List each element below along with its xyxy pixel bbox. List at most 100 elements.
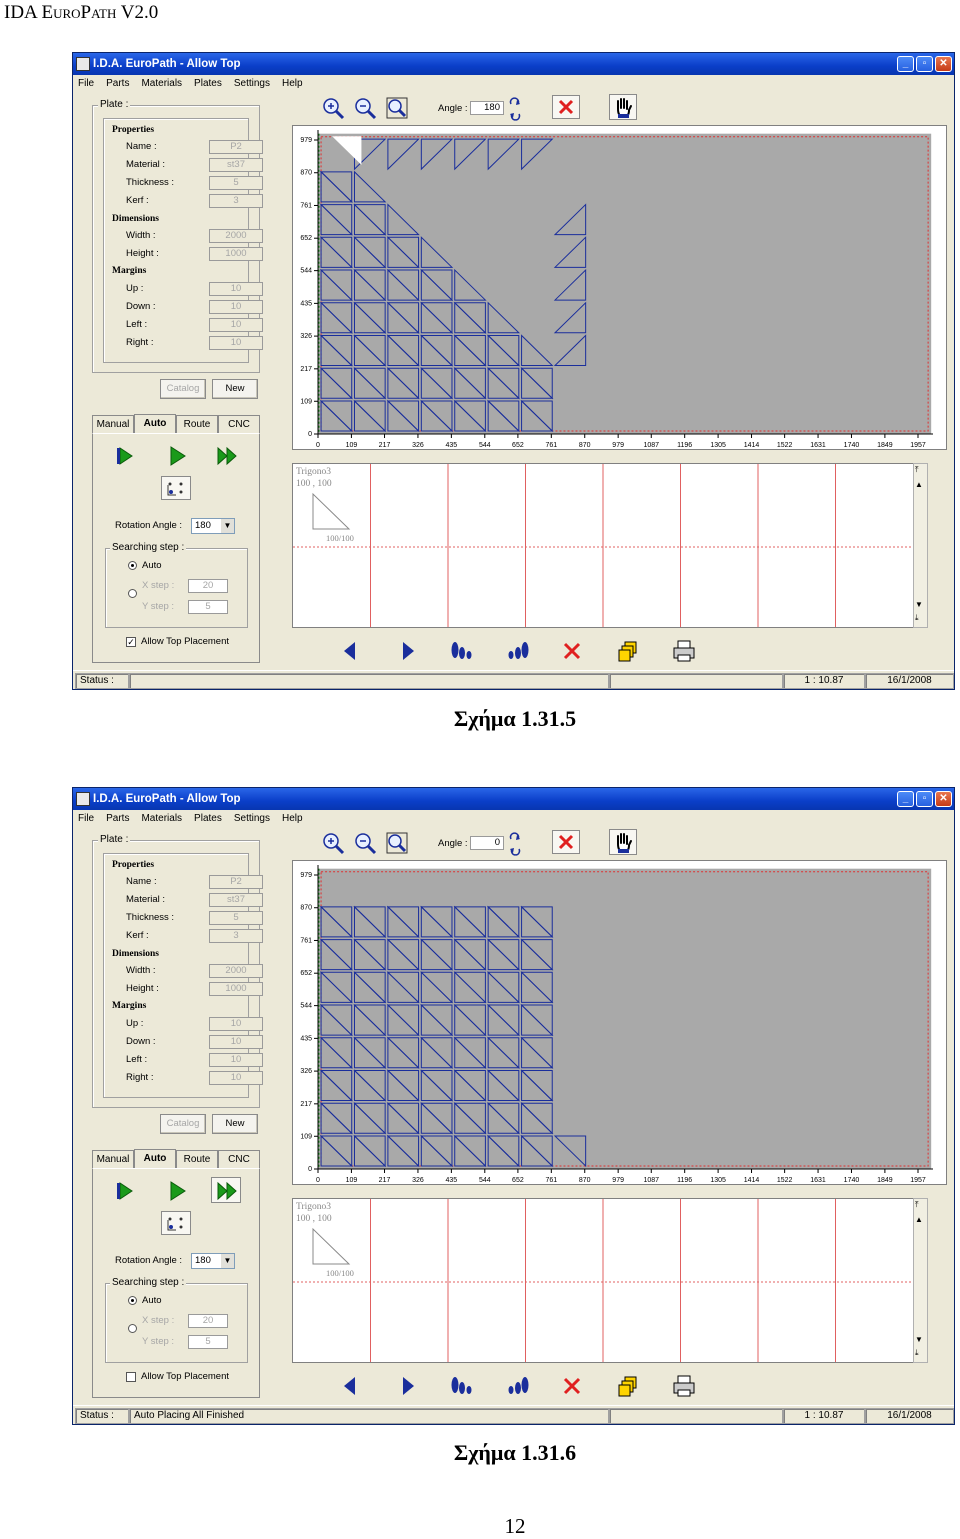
menu-parts[interactable]: Parts <box>106 75 129 93</box>
place-right-button[interactable] <box>503 636 531 664</box>
tab-route[interactable]: Route <box>176 1150 218 1168</box>
rotation-angle-select[interactable]: 180 ▼ <box>191 518 235 534</box>
scroll-down-icon[interactable]: ▼ <box>915 1335 923 1344</box>
parts-preview[interactable]: Trigono3 100 , 100 100/100 <box>292 1198 928 1363</box>
maximize-button[interactable]: ▫ <box>916 56 933 72</box>
rotate-cw-button[interactable] <box>507 95 523 108</box>
tab-auto[interactable]: Auto <box>134 414 176 433</box>
angle-field[interactable]: 0 <box>470 836 504 850</box>
plate-view[interactable]: 0 109 217 326 435 544 652 761 870 979 1087 1196 1305… <box>292 860 947 1185</box>
menu-settings[interactable]: Settings <box>234 75 270 93</box>
tab-manual[interactable]: Manual <box>92 1150 134 1168</box>
step-button[interactable] <box>109 1177 139 1203</box>
zoom-fit-button[interactable] <box>383 829 409 855</box>
new-button[interactable]: New <box>212 1114 258 1134</box>
menu-plates[interactable]: Plates <box>194 75 222 93</box>
menu-help[interactable]: Help <box>282 810 303 828</box>
close-button[interactable]: ✕ <box>935 791 952 807</box>
xstep-field[interactable]: 20 <box>188 579 228 593</box>
tab-auto[interactable]: Auto <box>134 1149 176 1168</box>
zoom-fit-button[interactable] <box>383 94 409 120</box>
manual-step-radio[interactable] <box>128 589 137 598</box>
nesting-canvas[interactable]: 0 109 217 326 435 544 652 761 870 979 1087 1196 1305… <box>293 861 946 1184</box>
menu-settings[interactable]: Settings <box>234 810 270 828</box>
scroll-bottom-icon[interactable]: ⤓ <box>915 614 919 622</box>
allow-top-checkbox[interactable]: ✓ <box>126 637 136 647</box>
fast-forward-button[interactable] <box>211 1177 241 1203</box>
title-bar[interactable]: I.D.A. EuroPath - Allow Top _ ▫ ✕ <box>73 53 954 75</box>
new-button[interactable]: New <box>212 379 258 399</box>
nesting-canvas[interactable]: 0 109 217 326 435 544 652 761 870 979 1087 1196 1305… <box>293 126 946 449</box>
zoom-out-button[interactable] <box>351 829 377 855</box>
menu-plates[interactable]: Plates <box>194 810 222 828</box>
copy-button[interactable] <box>613 636 641 664</box>
menu-file[interactable]: File <box>78 75 94 93</box>
title-bar[interactable]: I.D.A. EuroPath - Allow Top _ ▫ ✕ <box>73 788 954 810</box>
play-button[interactable] <box>161 1177 191 1203</box>
next-part-button[interactable] <box>393 636 421 664</box>
ystep-field[interactable]: 5 <box>188 600 228 614</box>
print-button[interactable] <box>669 636 697 664</box>
menu-materials[interactable]: Materials <box>141 810 182 828</box>
prev-part-button[interactable] <box>335 1371 363 1399</box>
rotate-cw-button[interactable] <box>507 830 523 843</box>
minimize-button[interactable]: _ <box>897 791 914 807</box>
zoom-in-button[interactable] <box>319 829 345 855</box>
fast-forward-button[interactable] <box>211 442 241 468</box>
plate-view[interactable]: 0 109 217 326 435 544 652 761 870 979 1087 1196 1305… <box>292 125 947 450</box>
delete-placement-button[interactable] <box>552 830 580 854</box>
remove-part-button[interactable] <box>557 1371 585 1399</box>
scroll-down-icon[interactable]: ▼ <box>915 600 923 609</box>
menu-file[interactable]: File <box>78 810 94 828</box>
auto-radio[interactable] <box>128 561 137 570</box>
scroll-up-icon[interactable]: ▲ <box>915 1215 923 1224</box>
play-button[interactable] <box>161 442 191 468</box>
manual-step-radio[interactable] <box>128 1324 137 1333</box>
preview-scrollbar[interactable]: ⤒ ▲ ▼ ⤓ <box>913 1198 928 1363</box>
copy-button[interactable] <box>613 1371 641 1399</box>
menu-help[interactable]: Help <box>282 75 303 93</box>
prev-part-button[interactable] <box>335 636 363 664</box>
tab-route[interactable]: Route <box>176 415 218 433</box>
maximize-button[interactable]: ▫ <box>916 791 933 807</box>
zoom-out-button[interactable] <box>351 94 377 120</box>
rotate-ccw-button[interactable] <box>507 109 523 122</box>
grid-search-button[interactable] <box>161 476 191 500</box>
close-button[interactable]: ✕ <box>935 56 952 72</box>
menu-parts[interactable]: Parts <box>106 810 129 828</box>
pan-button[interactable] <box>609 94 637 120</box>
rotate-ccw-button[interactable] <box>507 844 523 857</box>
place-right-button[interactable] <box>503 1371 531 1399</box>
remove-part-button[interactable] <box>557 636 585 664</box>
catalog-button[interactable]: Catalog <box>160 1114 206 1134</box>
rotation-angle-select[interactable]: 180 ▼ <box>191 1253 235 1269</box>
ystep-field[interactable]: 5 <box>188 1335 228 1349</box>
minimize-button[interactable]: _ <box>897 56 914 72</box>
preview-scrollbar[interactable]: ⤒ ▲ ▼ ⤓ <box>913 463 928 628</box>
tab-manual[interactable]: Manual <box>92 415 134 433</box>
tab-cnc[interactable]: CNC <box>218 415 260 433</box>
rotate-ccw-icon <box>510 848 521 856</box>
scroll-up-icon[interactable]: ▲ <box>915 480 923 489</box>
angle-field[interactable]: 180 <box>470 101 504 115</box>
grid-search-button[interactable] <box>161 1211 191 1235</box>
next-part-button[interactable] <box>393 1371 421 1399</box>
tab-cnc[interactable]: CNC <box>218 1150 260 1168</box>
place-left-button[interactable] <box>447 1371 475 1399</box>
scroll-bottom-icon[interactable]: ⤓ <box>915 1349 919 1357</box>
scroll-top-icon[interactable]: ⤒ <box>915 1201 919 1209</box>
name-label: Name : <box>126 876 157 887</box>
delete-placement-button[interactable] <box>552 95 580 119</box>
pan-button[interactable] <box>609 829 637 855</box>
step-button[interactable] <box>109 442 139 468</box>
zoom-in-button[interactable] <box>319 94 345 120</box>
auto-radio[interactable] <box>128 1296 137 1305</box>
xstep-field[interactable]: 20 <box>188 1314 228 1328</box>
print-button[interactable] <box>669 1371 697 1399</box>
catalog-button[interactable]: Catalog <box>160 379 206 399</box>
menu-materials[interactable]: Materials <box>141 75 182 93</box>
allow-top-checkbox[interactable] <box>126 1372 136 1382</box>
place-left-button[interactable] <box>447 636 475 664</box>
scroll-top-icon[interactable]: ⤒ <box>915 466 919 474</box>
parts-preview[interactable]: Trigono3 100 , 100 100/100 <box>292 463 928 628</box>
